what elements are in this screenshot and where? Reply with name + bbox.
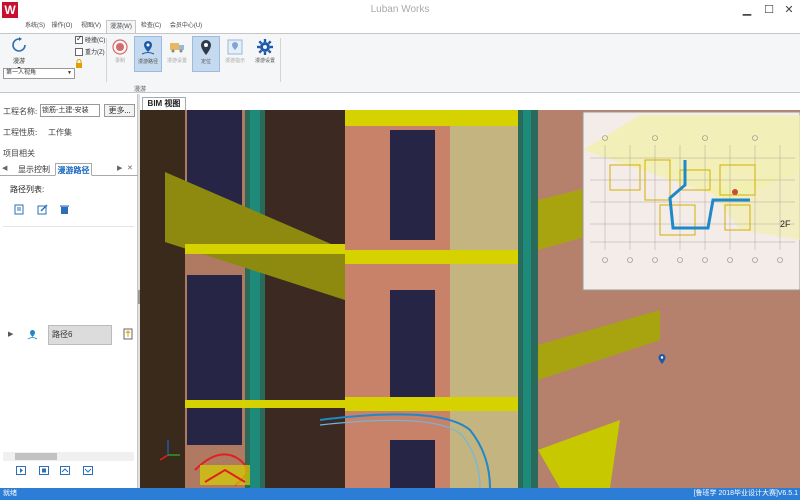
path-list: ▶ 路径6 — [3, 226, 134, 451]
project-related-label: 项目相关 — [3, 149, 35, 158]
status-contest-text: [鲁班学 2018毕业设计大赛] — [693, 490, 778, 497]
import-path-icon[interactable] — [83, 466, 93, 475]
locate-button[interactable]: 定位 — [192, 36, 220, 72]
expand-arrow-icon[interactable]: ▶ — [8, 330, 13, 338]
edit-path-icon[interactable] — [37, 204, 48, 215]
menu-tab-member[interactable]: 会员中心(U) — [166, 20, 206, 33]
roam-settings-label: 漫游设置 — [254, 58, 275, 64]
roam-path-button-label: 漫游路径 — [137, 59, 158, 65]
menu-tab-view[interactable]: 视图(V) — [78, 20, 104, 33]
checkbox-unchecked[interactable] — [75, 48, 83, 57]
stop-path-icon[interactable] — [39, 466, 49, 475]
maximize-icon[interactable]: ☐ — [760, 2, 778, 18]
collision-checkbox[interactable]: 碰撞(C) — [75, 34, 106, 46]
bim-viewport[interactable]: 2F — [140, 110, 800, 488]
export-path-icon[interactable] — [60, 466, 70, 475]
minimap-floor-label: 2F — [780, 219, 791, 229]
roam-button[interactable]: 漫游 ▾ — [6, 36, 32, 72]
status-text: 就绪 — [3, 490, 17, 497]
panel-tabs: ◀ 显示控制 漫游路径 ▶ ✕ — [0, 162, 138, 176]
lock-icon — [76, 59, 82, 68]
path-pin-icon — [141, 41, 155, 55]
gravity-label: 重力(Z) — [85, 50, 105, 56]
menu-tab-operation[interactable]: 操作(O) — [48, 20, 76, 33]
minimap[interactable]: 2F — [582, 111, 800, 291]
ribbon: 漫游 ▾ 第一人视角 ▼ 碰撞(C) 重力(Z) 录制 漫游路径 漫游设置 定位… — [0, 33, 800, 93]
roam-settings-disabled-label: 漫游设置 — [166, 58, 187, 64]
tab-roam-path[interactable]: 漫游路径 — [55, 163, 92, 176]
record-button[interactable]: 录制 — [106, 36, 134, 72]
roam-button-label: 漫游 — [12, 59, 25, 65]
close-icon[interactable]: ✕ — [780, 2, 798, 18]
project-name-label: 工程名称: — [3, 107, 38, 116]
status-version: V6.5.1 — [777, 490, 798, 497]
tab-scroll-right-icon[interactable]: ▶ — [117, 164, 122, 172]
project-name-field[interactable]: 锁筋-土建-安装 — [40, 104, 100, 117]
tab-scroll-left-icon[interactable]: ◀ — [2, 164, 7, 172]
tab-display-control[interactable]: 显示控制 — [14, 163, 54, 176]
more-button[interactable]: 更多... — [104, 104, 135, 117]
checkbox-checked[interactable] — [75, 34, 83, 45]
gear-icon — [257, 39, 273, 55]
list-item[interactable]: ▶ 路径6 — [3, 325, 134, 345]
path-file-icon[interactable] — [123, 328, 133, 340]
scrollbar-thumb[interactable] — [15, 453, 57, 460]
record-icon — [112, 39, 128, 55]
gravity-checkbox[interactable]: 重力(Z) — [75, 48, 105, 58]
new-path-icon[interactable] — [14, 204, 25, 215]
truck-icon — [170, 43, 184, 53]
title-bar: W Luban Works ▁ ☐ ✕ — [0, 0, 800, 20]
path-name-field[interactable]: 路径6 — [48, 325, 112, 345]
ribbon-group-label: 漫游 — [133, 87, 146, 93]
map-pin-icon — [227, 39, 243, 55]
horizontal-scrollbar[interactable] — [3, 452, 134, 461]
tab-bim-view[interactable]: BIM 视图 — [142, 97, 186, 110]
locate-button-label: 定位 — [200, 59, 211, 65]
ribbon-separator — [280, 38, 281, 82]
minimize-icon[interactable]: ▁ — [738, 2, 756, 18]
menu-tab-system[interactable]: 系统(S) — [22, 20, 48, 33]
view-mode-select[interactable]: 第一人视角 ▼ — [3, 68, 75, 79]
roam-icon — [12, 37, 26, 52]
app-title: Luban Works — [370, 4, 430, 15]
play-path-icon[interactable] — [16, 466, 26, 475]
chevron-down-icon: ▼ — [67, 70, 72, 76]
roam-indicator-label: 漫游指示 — [224, 58, 245, 64]
roam-indicator-button[interactable]: 漫游指示 — [221, 36, 249, 72]
location-icon — [201, 40, 211, 55]
location-marker-icon[interactable] — [658, 354, 666, 364]
path-pin-icon — [27, 330, 38, 340]
left-panel: 工程名称: 锁筋-土建-安装 更多... 工程性质: 工作集 项目相关 ◀ 显示… — [0, 94, 138, 488]
roam-path-button[interactable]: 漫游路径 — [134, 36, 162, 72]
status-bar: 就绪 [鲁班学 2018毕业设计大赛] V6.5.1 — [0, 488, 800, 500]
bim-scene[interactable]: 2F — [140, 110, 800, 488]
roam-settings-button[interactable]: 漫游设置 — [251, 36, 279, 72]
roam-settings-disabled-button[interactable]: 漫游设置 — [163, 36, 191, 72]
record-button-label: 录制 — [114, 58, 125, 64]
tab-close-icon[interactable]: ✕ — [127, 164, 133, 172]
menu-bar: 系统(S) 操作(O) 视图(V) 漫游(W) 检查(C) 会员中心(U) — [0, 20, 800, 33]
menu-tab-roam[interactable]: 漫游(W) — [106, 20, 136, 33]
project-type-label: 工程性质: — [3, 128, 38, 137]
view-mode-value: 第一人视角 — [6, 70, 37, 76]
collision-label: 碰撞(C) — [85, 38, 106, 44]
delete-path-icon[interactable] — [59, 204, 70, 215]
project-type-value: 工作集 — [48, 128, 72, 137]
menu-tab-check[interactable]: 检查(C) — [138, 20, 164, 33]
path-list-title: 路径列表: — [10, 185, 45, 194]
